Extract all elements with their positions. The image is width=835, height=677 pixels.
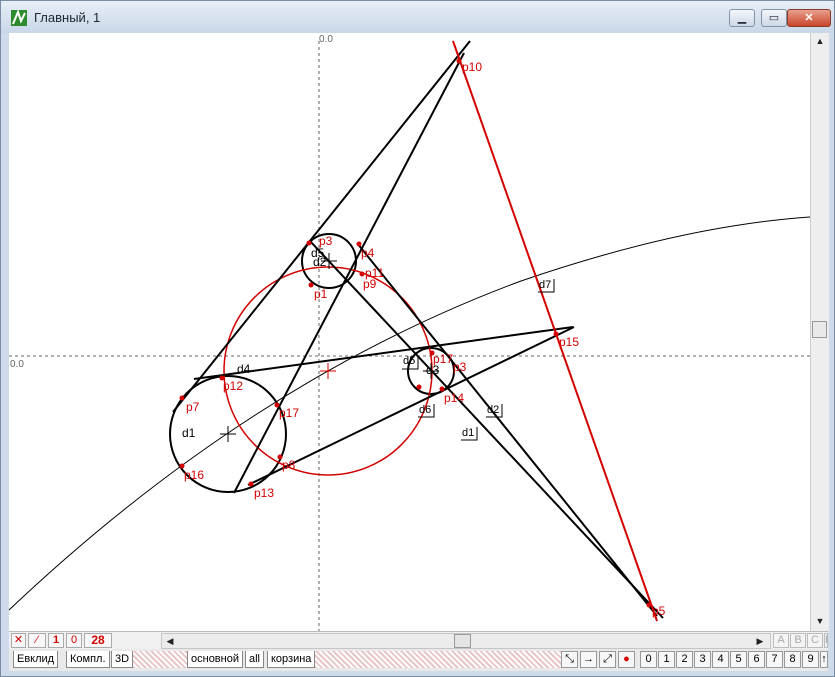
line-icon[interactable]: ⁄ (28, 633, 46, 648)
horizontal-scrollbar[interactable]: ◀ ▶ (161, 633, 771, 649)
num-button-7[interactable]: 7 (766, 651, 783, 668)
scroll-up-icon[interactable]: ▲ (811, 33, 829, 50)
point-labels: p10 p15 p5 p3 p4 p11 p9 p1 p12 p7 p17 p1… (184, 60, 666, 618)
num-button-3[interactable]: 3 (694, 651, 711, 668)
num-button-5[interactable]: 5 (730, 651, 747, 668)
vertical-scrollbar[interactable]: ▲ ▼ (810, 33, 829, 631)
record-icon[interactable]: ● (618, 651, 635, 668)
boxed-d6: d6 (419, 404, 431, 416)
up-arrow-icon[interactable]: ↑ (820, 651, 828, 668)
num-button-2[interactable]: 2 (676, 651, 693, 668)
label-d5: d5 (311, 246, 325, 260)
label-p14: p14 (444, 391, 464, 405)
drawing-canvas[interactable]: 0.0 0.0 p10 p15 p5 p3 p4 p11 p9 p1 p12 p… (9, 33, 810, 631)
title-bar[interactable]: Главный, 1 ▁ ▭ ✕ (1, 1, 834, 33)
boxed-d7: d7 (539, 279, 551, 291)
resize-tool-icon[interactable]: ⤢ (599, 651, 616, 668)
tab-layer-trash[interactable]: корзина (267, 651, 316, 668)
app-icon (11, 9, 27, 26)
button-a[interactable]: A (773, 633, 789, 648)
num-button-0[interactable]: 0 (640, 651, 657, 668)
boxed-labels: d5 d6 d7 d2 d1 (403, 279, 551, 439)
label-p16: p16 (184, 468, 204, 482)
label-p17: p17 (279, 406, 299, 420)
label-p15: p15 (559, 335, 579, 349)
status-row: ✕ ⁄ 1 0 28 ◀ ▶ A B C D (9, 631, 828, 650)
red-line[interactable] (452, 40, 658, 622)
boxed-d2: d2 (487, 404, 499, 416)
close-button[interactable]: ✕ (787, 9, 831, 27)
minimize-icon: ▁ (737, 12, 747, 24)
restore-button[interactable]: ▭ (761, 9, 787, 27)
num-button-6[interactable]: 6 (748, 651, 765, 668)
curve-tool-icon[interactable]: ⤡ (561, 651, 578, 668)
tab-layer-all[interactable]: all (245, 651, 265, 668)
tab-3d[interactable]: 3D (111, 651, 134, 668)
num-button-1[interactable]: 1 (658, 651, 675, 668)
label-p5: p5 (652, 604, 666, 618)
geometry-drawing[interactable]: 0.0 0.0 p10 p15 p5 p3 p4 p11 p9 p1 p12 p… (9, 33, 810, 631)
label-p1: p1 (314, 287, 328, 301)
tab-complex[interactable]: Компл. (66, 651, 110, 668)
tab-spacer-hatch (133, 651, 187, 668)
points[interactable] (179, 58, 652, 608)
boxed-d1: d1 (462, 427, 474, 439)
minimize-button[interactable]: ▁ (729, 9, 755, 27)
label-p3b: p3 (453, 360, 467, 374)
label-p10: p10 (462, 60, 482, 74)
close-icon: ✕ (804, 12, 814, 24)
center-markers (220, 253, 439, 442)
tab-euclid[interactable]: Евклид (13, 651, 59, 668)
label-d1: d1 (182, 426, 196, 440)
tab-layer-main[interactable]: основной (187, 651, 243, 668)
counter-1: 1 (48, 633, 64, 648)
scroll-down-icon[interactable]: ▼ (811, 613, 829, 630)
axis-label-top: 0.0 (319, 34, 333, 45)
label-p7: p7 (186, 400, 200, 414)
vertical-scroll-thumb[interactable] (812, 321, 827, 338)
arrow-tool-icon[interactable]: → (580, 651, 597, 668)
label-p4: p4 (361, 246, 375, 260)
label-d3: d3 (426, 363, 440, 377)
num-button-9[interactable]: 9 (802, 651, 819, 668)
window-title: Главный, 1 (34, 10, 101, 25)
restore-icon: ▭ (768, 12, 780, 24)
horizontal-scroll-thumb[interactable] (454, 634, 471, 648)
num-button-8[interactable]: 8 (784, 651, 801, 668)
red-center-marker (320, 363, 336, 379)
button-b[interactable]: B (790, 633, 806, 648)
scroll-left-icon[interactable]: ◀ (162, 634, 178, 648)
label-d4: d4 (237, 362, 251, 376)
label-p8: p8 (282, 458, 296, 472)
scroll-right-icon[interactable]: ▶ (752, 634, 768, 648)
label-p12: p12 (223, 379, 243, 393)
curve[interactable] (9, 216, 810, 611)
boxed-d5: d5 (403, 355, 415, 367)
delete-icon[interactable]: ✕ (11, 633, 26, 648)
tab-spacer-hatch-2 (315, 651, 561, 668)
tangent-lines[interactable] (172, 40, 664, 619)
app-window: Главный, 1 ▁ ▭ ✕ 0.0 0.0 p10 p15 p5 p3 p… (0, 0, 835, 677)
num-button-4[interactable]: 4 (712, 651, 729, 668)
button-d[interactable]: D (824, 633, 828, 648)
label-p9: p9 (363, 277, 377, 291)
counter-0: 0 (66, 633, 82, 648)
object-count: 28 (84, 633, 112, 648)
axis-label-left: 0.0 (10, 359, 24, 370)
label-p13: p13 (254, 486, 274, 500)
tab-row: Евклид Компл. 3D основной all корзина ⤡ … (9, 649, 828, 671)
button-c[interactable]: C (807, 633, 823, 648)
